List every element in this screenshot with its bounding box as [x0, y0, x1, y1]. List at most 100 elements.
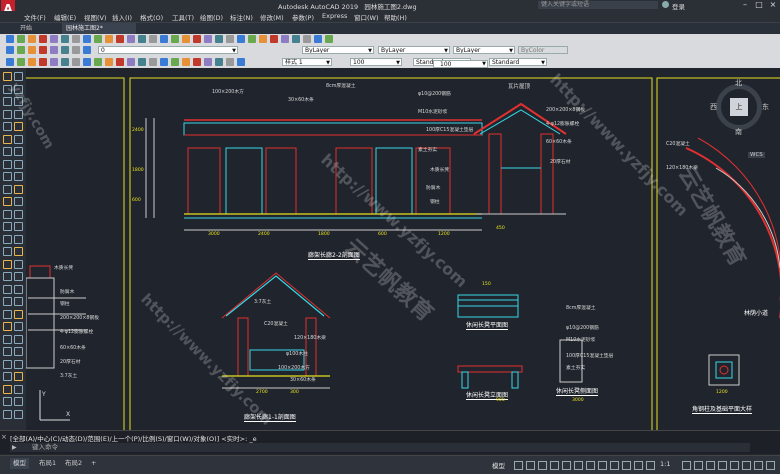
toolbar2-tool-icon[interactable]: [193, 35, 201, 43]
menu-item-0[interactable]: 文件(F): [24, 12, 46, 22]
toolbar2-tool-icon[interactable]: [303, 35, 311, 43]
status-toggle-icon[interactable]: [754, 461, 763, 470]
status-toggle-icon[interactable]: [730, 461, 739, 470]
menu-item-7[interactable]: 标注(N): [230, 12, 253, 22]
draw-tool-icon[interactable]: [3, 322, 12, 331]
status-toggle-icon[interactable]: [682, 461, 691, 470]
login-link[interactable]: 登录: [672, 1, 685, 11]
plotstyle-dropdown[interactable]: ByColor: [518, 46, 568, 54]
status-toggle-icon[interactable]: [634, 461, 643, 470]
menu-item-12[interactable]: 帮助(H): [384, 12, 407, 22]
status-toggle-icon[interactable]: [610, 461, 619, 470]
draw-tool-icon[interactable]: [14, 259, 23, 269]
toolbar4-tool-icon[interactable]: [193, 58, 201, 66]
toolbar2-tool-icon[interactable]: [39, 35, 47, 43]
toolbar2-tool-icon[interactable]: [72, 35, 80, 43]
draw-tool-icon[interactable]: [3, 334, 12, 344]
status-toggle-icon[interactable]: [550, 461, 559, 470]
toolbar2-tool-icon[interactable]: [314, 35, 322, 43]
draw-tool-icon[interactable]: [3, 309, 12, 319]
color-dropdown[interactable]: ByLayer ▼: [302, 46, 374, 54]
tab-layout1[interactable]: 布局1: [36, 458, 59, 469]
toolbar2-tool-icon[interactable]: [171, 35, 179, 43]
draw-tool-icon[interactable]: [3, 97, 12, 106]
toolbar3-tool-icon[interactable]: [6, 46, 14, 54]
draw-tool-icon[interactable]: [14, 309, 23, 319]
draw-tool-icon[interactable]: [14, 247, 23, 256]
menu-item-9[interactable]: 参数(P): [292, 12, 314, 22]
toolbar4-tool-icon[interactable]: [182, 58, 190, 66]
toolbar3-tool-icon[interactable]: [50, 46, 58, 54]
draw-tool-icon[interactable]: [3, 184, 12, 194]
draw-tool-icon[interactable]: [14, 159, 23, 169]
toolbar4-tool-icon[interactable]: [72, 58, 80, 66]
toolbar2-tool-icon[interactable]: [127, 35, 135, 43]
draw-tool-icon[interactable]: [3, 222, 12, 231]
toolbar3-tool-icon[interactable]: [39, 46, 47, 54]
draw-tool-icon[interactable]: [14, 297, 23, 306]
menu-item-4[interactable]: 格式(O): [140, 12, 163, 22]
toolbar2-tool-icon[interactable]: [248, 35, 256, 43]
add-layout-button[interactable]: +: [88, 458, 99, 469]
draw-tool-icon[interactable]: [3, 134, 12, 144]
draw-tool-icon[interactable]: [3, 272, 12, 281]
toolbar4-tool-icon[interactable]: [171, 58, 179, 66]
toolbar2-tool-icon[interactable]: [215, 35, 223, 43]
draw-tool-icon[interactable]: [3, 234, 12, 244]
menu-item-10[interactable]: Express: [322, 12, 347, 20]
status-toggle-icon[interactable]: [526, 461, 535, 470]
toolbar4-tool-icon[interactable]: [149, 58, 157, 66]
toolbar3-tool-icon[interactable]: [17, 46, 25, 54]
user-icon[interactable]: [662, 1, 669, 8]
toolbar2-tool-icon[interactable]: [17, 35, 25, 43]
draw-tool-icon[interactable]: [3, 397, 12, 406]
status-toggle-icon[interactable]: [706, 461, 715, 470]
draw-tool-icon[interactable]: [14, 222, 23, 231]
toolbar2-tool-icon[interactable]: [160, 35, 168, 43]
linetype-dropdown[interactable]: ByLayer ▼: [378, 46, 450, 54]
draw-tool-icon[interactable]: [14, 397, 23, 406]
toolbar4-tool-icon[interactable]: [138, 58, 146, 66]
status-toggle-icon[interactable]: [514, 461, 523, 470]
toolbar4-tool-icon[interactable]: [83, 58, 91, 66]
annotation-scale[interactable]: 1:1: [660, 460, 670, 468]
draw-tool-icon[interactable]: [3, 284, 12, 294]
draw-tool-icon[interactable]: [3, 259, 12, 269]
tab-start[interactable]: 开始: [16, 23, 50, 34]
draw-tool-icon[interactable]: [14, 334, 23, 344]
toolbar4-tool-icon[interactable]: [204, 58, 212, 66]
draw-tool-icon[interactable]: [3, 172, 12, 181]
toolbar3-tool-icon[interactable]: [83, 46, 91, 54]
menu-item-5[interactable]: 工具(T): [172, 12, 194, 22]
tab-model[interactable]: 模型: [10, 458, 29, 469]
wcs-label[interactable]: WCS: [748, 152, 765, 158]
toolbar4-tool-icon[interactable]: [94, 58, 102, 66]
toolbar4-tool-icon[interactable]: [6, 58, 14, 66]
toolbar2-tool-icon[interactable]: [116, 35, 124, 43]
toolbar2-tool-icon[interactable]: [149, 35, 157, 43]
toolbar4-tool-icon[interactable]: [116, 58, 124, 66]
toolbar4-tool-icon[interactable]: [226, 58, 234, 66]
draw-tool-icon[interactable]: [14, 347, 23, 356]
toolbar2-tool-icon[interactable]: [138, 35, 146, 43]
tab-layout2[interactable]: 布局2: [62, 458, 85, 469]
draw-tool-icon[interactable]: [14, 172, 23, 181]
draw-tool-icon[interactable]: [3, 209, 12, 219]
menu-item-11[interactable]: 窗口(W): [354, 12, 379, 22]
status-toggle-icon[interactable]: [538, 461, 547, 470]
draw-tool-icon[interactable]: [14, 384, 23, 394]
toolbar2-tool-icon[interactable]: [204, 35, 212, 43]
menu-item-8[interactable]: 修改(M): [260, 12, 284, 22]
dim-style-dropdown[interactable]: Standard ▼: [489, 58, 547, 66]
draw-tool-icon[interactable]: [3, 372, 12, 381]
draw-tool-icon[interactable]: [3, 122, 12, 131]
draw-tool-icon[interactable]: [14, 147, 23, 156]
draw-tool-icon[interactable]: [3, 409, 12, 419]
toolbar2-tool-icon[interactable]: [259, 35, 267, 43]
toolbar4-tool-icon[interactable]: [28, 58, 36, 66]
scale-dropdown-a[interactable]: 100 ▼: [350, 58, 402, 66]
model-space-toggle[interactable]: 模型: [492, 460, 505, 470]
maximize-button[interactable]: □: [752, 0, 766, 11]
toolbar2-tool-icon[interactable]: [28, 35, 36, 43]
draw-tool-icon[interactable]: [14, 122, 23, 131]
